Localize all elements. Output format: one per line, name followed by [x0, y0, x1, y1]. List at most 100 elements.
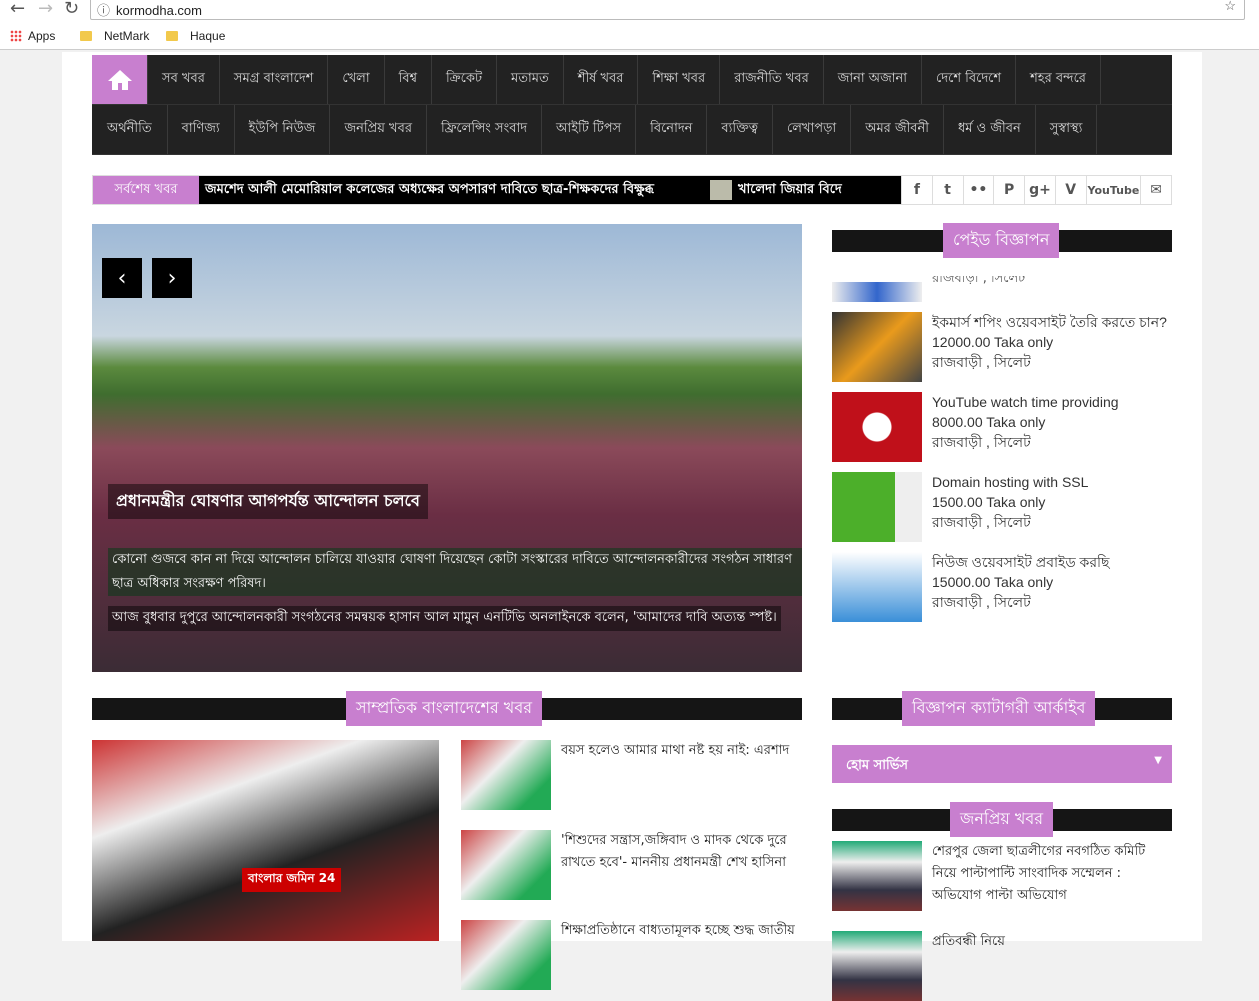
- social-icon-7[interactable]: ✉: [1140, 176, 1171, 204]
- apps-icon: [10, 30, 22, 42]
- social-icon-1[interactable]: t: [931, 176, 963, 204]
- category-select[interactable]: হোম সার্ভিস ▼: [832, 745, 1172, 783]
- nav-item[interactable]: বিশ্ব: [385, 55, 433, 104]
- news-title[interactable]: শিক্ষাপ্রতিষ্ঠানে বাধ্যতামূলক হচ্ছে শুদ্…: [561, 920, 795, 990]
- bookmark-netmark[interactable]: NetMark: [80, 29, 149, 43]
- news-item[interactable]: প্রতিবন্ধী নিয়ে: [832, 931, 1172, 1001]
- slider-description-2: আজ বুধবার দুপুরে আন্দোলনকারী সংগঠনের সমন…: [108, 606, 781, 631]
- slider-title[interactable]: প্রধানমন্ত্রীর ঘোষণার আগপর্যন্ত আন্দোলন …: [108, 484, 428, 519]
- nav-item[interactable]: জনপ্রিয় খবর: [330, 105, 427, 154]
- news-item[interactable]: 'শিশুদের সন্ত্রাস,জঙ্গিবাদ ও মাদক থেকে দ…: [461, 830, 801, 900]
- ad-item[interactable]: ইকমার্স শপিং ওয়েবসাইট তৈরি করতে চান? 120…: [832, 312, 1172, 382]
- news-thumbnail[interactable]: [832, 841, 922, 911]
- news-title[interactable]: বয়স হলেও আমার মাথা নষ্ট হয় নাই: এরশাদ: [561, 740, 789, 810]
- nav-item[interactable]: ফ্রিলেন্সিং সংবাদ: [427, 105, 543, 154]
- forward-icon[interactable]: →: [38, 0, 53, 19]
- nav-item[interactable]: অমর জীবনী: [851, 105, 945, 154]
- news-title[interactable]: প্রতিবন্ধী নিয়ে: [932, 931, 1005, 1001]
- nav-item[interactable]: ধর্ম ও জীবন: [944, 105, 1036, 154]
- section-title: পেইড বিজ্ঞাপন: [943, 223, 1060, 258]
- news-item[interactable]: বয়স হলেও আমার মাথা নষ্ট হয় নাই: এরশাদ: [461, 740, 801, 810]
- ticker-item[interactable]: খালেদা জিয়ার বিদে: [738, 180, 842, 201]
- news-thumbnail[interactable]: [461, 830, 551, 900]
- section-title: বিজ্ঞাপন ক্যাটাগরী আর্কাইব: [902, 691, 1096, 726]
- paid-ads-header: পেইড বিজ্ঞাপন: [832, 223, 1172, 258]
- ad-text: নিউজ ওয়েবসাইট প্রবাইড করছি 15000.00 Taka…: [932, 552, 1110, 622]
- social-icon-3[interactable]: P: [993, 176, 1024, 204]
- bookmark-apps[interactable]: Apps: [10, 29, 55, 43]
- ticker-thumbnail: [709, 180, 732, 200]
- nav-item[interactable]: মতামত: [497, 55, 564, 104]
- nav-item[interactable]: বিনোদন: [636, 105, 708, 154]
- nav-item[interactable]: লেখাপড়া: [773, 105, 852, 154]
- ad-title[interactable]: ইকমার্স শপিং ওয়েবসাইট তৈরি করতে চান?: [932, 312, 1167, 332]
- nav-item[interactable]: শিক্ষা খবর: [638, 55, 721, 104]
- ad-thumbnail[interactable]: [832, 552, 922, 622]
- social-icon-6[interactable]: YouTube: [1085, 176, 1141, 204]
- featured-slider[interactable]: [92, 224, 802, 672]
- news-thumbnail[interactable]: [461, 920, 551, 990]
- reload-icon[interactable]: ↻: [64, 0, 79, 19]
- ad-item[interactable]: YouTube watch time providing 8000.00 Taka…: [832, 392, 1172, 462]
- nav-item[interactable]: জানা অজানা: [824, 55, 923, 104]
- ad-thumbnail[interactable]: [832, 282, 922, 302]
- nav-item[interactable]: শীর্ষ খবর: [564, 55, 639, 104]
- social-icon-5[interactable]: V: [1054, 176, 1086, 204]
- slider-description: কোনো গুজবে কান না দিয়ে আন্দোলন চালিয়ে …: [108, 548, 802, 596]
- ad-price: 15000.00 Taka only: [932, 574, 1054, 590]
- folder-icon: [166, 31, 178, 41]
- section-title: সাম্প্রতিক বাংলাদেশের খবর: [346, 691, 543, 726]
- social-icon-0[interactable]: f: [901, 176, 932, 204]
- ad-item[interactable]: Domain hosting with SSL 1500.00 Taka only…: [832, 472, 1172, 542]
- bookmark-label: Apps: [28, 29, 56, 43]
- ad-location: রাজবাড়ী , সিলেট: [932, 594, 1031, 610]
- news-item[interactable]: শিক্ষাপ্রতিষ্ঠানে বাধ্যতামূলক হচ্ছে শুদ্…: [461, 920, 801, 990]
- ad-thumbnail[interactable]: [832, 392, 922, 462]
- news-title[interactable]: 'শিশুদের সন্ত্রাস,জঙ্গিবাদ ও মাদক থেকে দ…: [561, 830, 801, 900]
- bookmark-haque[interactable]: Haque: [166, 29, 225, 43]
- info-icon: ⓘ: [97, 3, 111, 18]
- news-thumbnail[interactable]: [461, 740, 551, 810]
- back-icon[interactable]: ←: [10, 0, 25, 19]
- ad-text: Domain hosting with SSL 1500.00 Taka only…: [932, 472, 1088, 542]
- nav-item[interactable]: বাণিজ্য: [168, 105, 235, 154]
- news-title[interactable]: শেরপুর জেলা ছাত্রলীগের নবগঠিত কমিটি নিয়…: [932, 841, 1172, 911]
- social-icon-4[interactable]: g+: [1024, 176, 1055, 204]
- address-bar[interactable]: ⓘ kormodha.com ☆: [90, 0, 1245, 20]
- slider-next-button[interactable]: ›: [152, 258, 192, 298]
- ad-title[interactable]: Domain hosting with SSL: [932, 472, 1088, 492]
- ad-title[interactable]: YouTube watch time providing: [932, 392, 1119, 412]
- nav-item[interactable]: সমগ্র বাংলাদেশ: [220, 55, 329, 104]
- slider-prev-button[interactable]: ‹: [102, 258, 142, 298]
- nav-item[interactable]: ইউপি নিউজ: [235, 105, 331, 154]
- ad-thumbnail[interactable]: [832, 472, 922, 542]
- nav-item[interactable]: সব খবর: [148, 55, 220, 104]
- nav-item[interactable]: শহর বন্দরে: [1016, 55, 1101, 104]
- image-watermark: বাংলার জমিন 24: [242, 868, 342, 892]
- nav-item[interactable]: অর্থনীতি: [92, 105, 168, 154]
- nav-item[interactable]: আইটি টিপস: [542, 105, 637, 154]
- nav-item[interactable]: ক্রিকেট: [432, 55, 498, 104]
- ad-title[interactable]: নিউজ ওয়েবসাইট প্রবাইড করছি: [932, 552, 1110, 572]
- ad-item[interactable]: নিউজ ওয়েবসাইট প্রবাইড করছি 15000.00 Taka…: [832, 552, 1172, 622]
- recent-lead-image[interactable]: বাংলার জমিন 24: [92, 740, 439, 941]
- breaking-news-ticker: সর্বশেষ খবর জমশেদ আলী মেমোরিয়াল কলেজের …: [92, 175, 1172, 205]
- ad-thumbnail[interactable]: [832, 312, 922, 382]
- recent-news-header: সাম্প্রতিক বাংলাদেশের খবর: [92, 691, 802, 726]
- popular-header: জনপ্রিয় খবর: [832, 802, 1172, 837]
- dropdown-arrow-icon: ▼: [1154, 755, 1162, 766]
- nav-home[interactable]: [92, 55, 148, 104]
- social-icon-2[interactable]: ••: [962, 176, 994, 204]
- ticker-label: সর্বশেষ খবর: [93, 176, 199, 204]
- ad-location: রাজবাড়ী , সিলেট: [932, 514, 1031, 530]
- nav-item[interactable]: রাজনীতি খবর: [720, 55, 824, 104]
- bookmark-star-icon[interactable]: ☆: [1224, 0, 1236, 14]
- ticker-item[interactable]: জমশেদ আলী মেমোরিয়াল কলেজের অধ্যক্ষের অপ…: [205, 180, 654, 201]
- nav-item[interactable]: খেলা: [328, 55, 385, 104]
- news-thumbnail[interactable]: [832, 931, 922, 1001]
- nav-item[interactable]: দেশে বিদেশে: [922, 55, 1017, 104]
- nav-item[interactable]: সুস্বাস্থ্য: [1036, 105, 1098, 154]
- nav-item[interactable]: ব্যক্তিত্ব: [707, 105, 774, 154]
- ad-text: YouTube watch time providing 8000.00 Taka…: [932, 392, 1119, 462]
- news-item[interactable]: শেরপুর জেলা ছাত্রলীগের নবগঠিত কমিটি নিয়…: [832, 841, 1172, 911]
